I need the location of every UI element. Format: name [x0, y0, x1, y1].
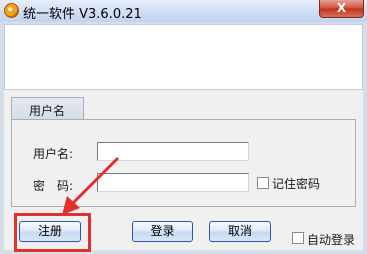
password-label: 密 码:: [33, 179, 74, 193]
banner-area: [4, 24, 363, 90]
app-logo-icon: [4, 3, 19, 18]
cancel-button[interactable]: 取消: [209, 221, 271, 242]
window-title: 统一软件 V3.6.0.21: [23, 7, 142, 22]
username-input[interactable]: [97, 142, 249, 161]
auto-login-label: 自动登录: [307, 233, 356, 247]
username-label: 用户名:: [33, 147, 74, 161]
remember-password-checkbox[interactable]: [257, 177, 269, 189]
tab-username-label: 用户名: [29, 104, 66, 118]
password-input[interactable]: [97, 173, 249, 192]
register-highlight-box: [14, 213, 91, 252]
auto-login-checkbox[interactable]: [292, 232, 304, 244]
remember-password-label: 记住密码: [272, 177, 321, 191]
close-button[interactable]: X: [319, 0, 364, 18]
tab-username[interactable]: 用户名: [11, 97, 84, 119]
login-button[interactable]: 登录: [132, 221, 193, 242]
title-bar[interactable]: 统一软件 V3.6.0.21 X: [0, 0, 367, 22]
